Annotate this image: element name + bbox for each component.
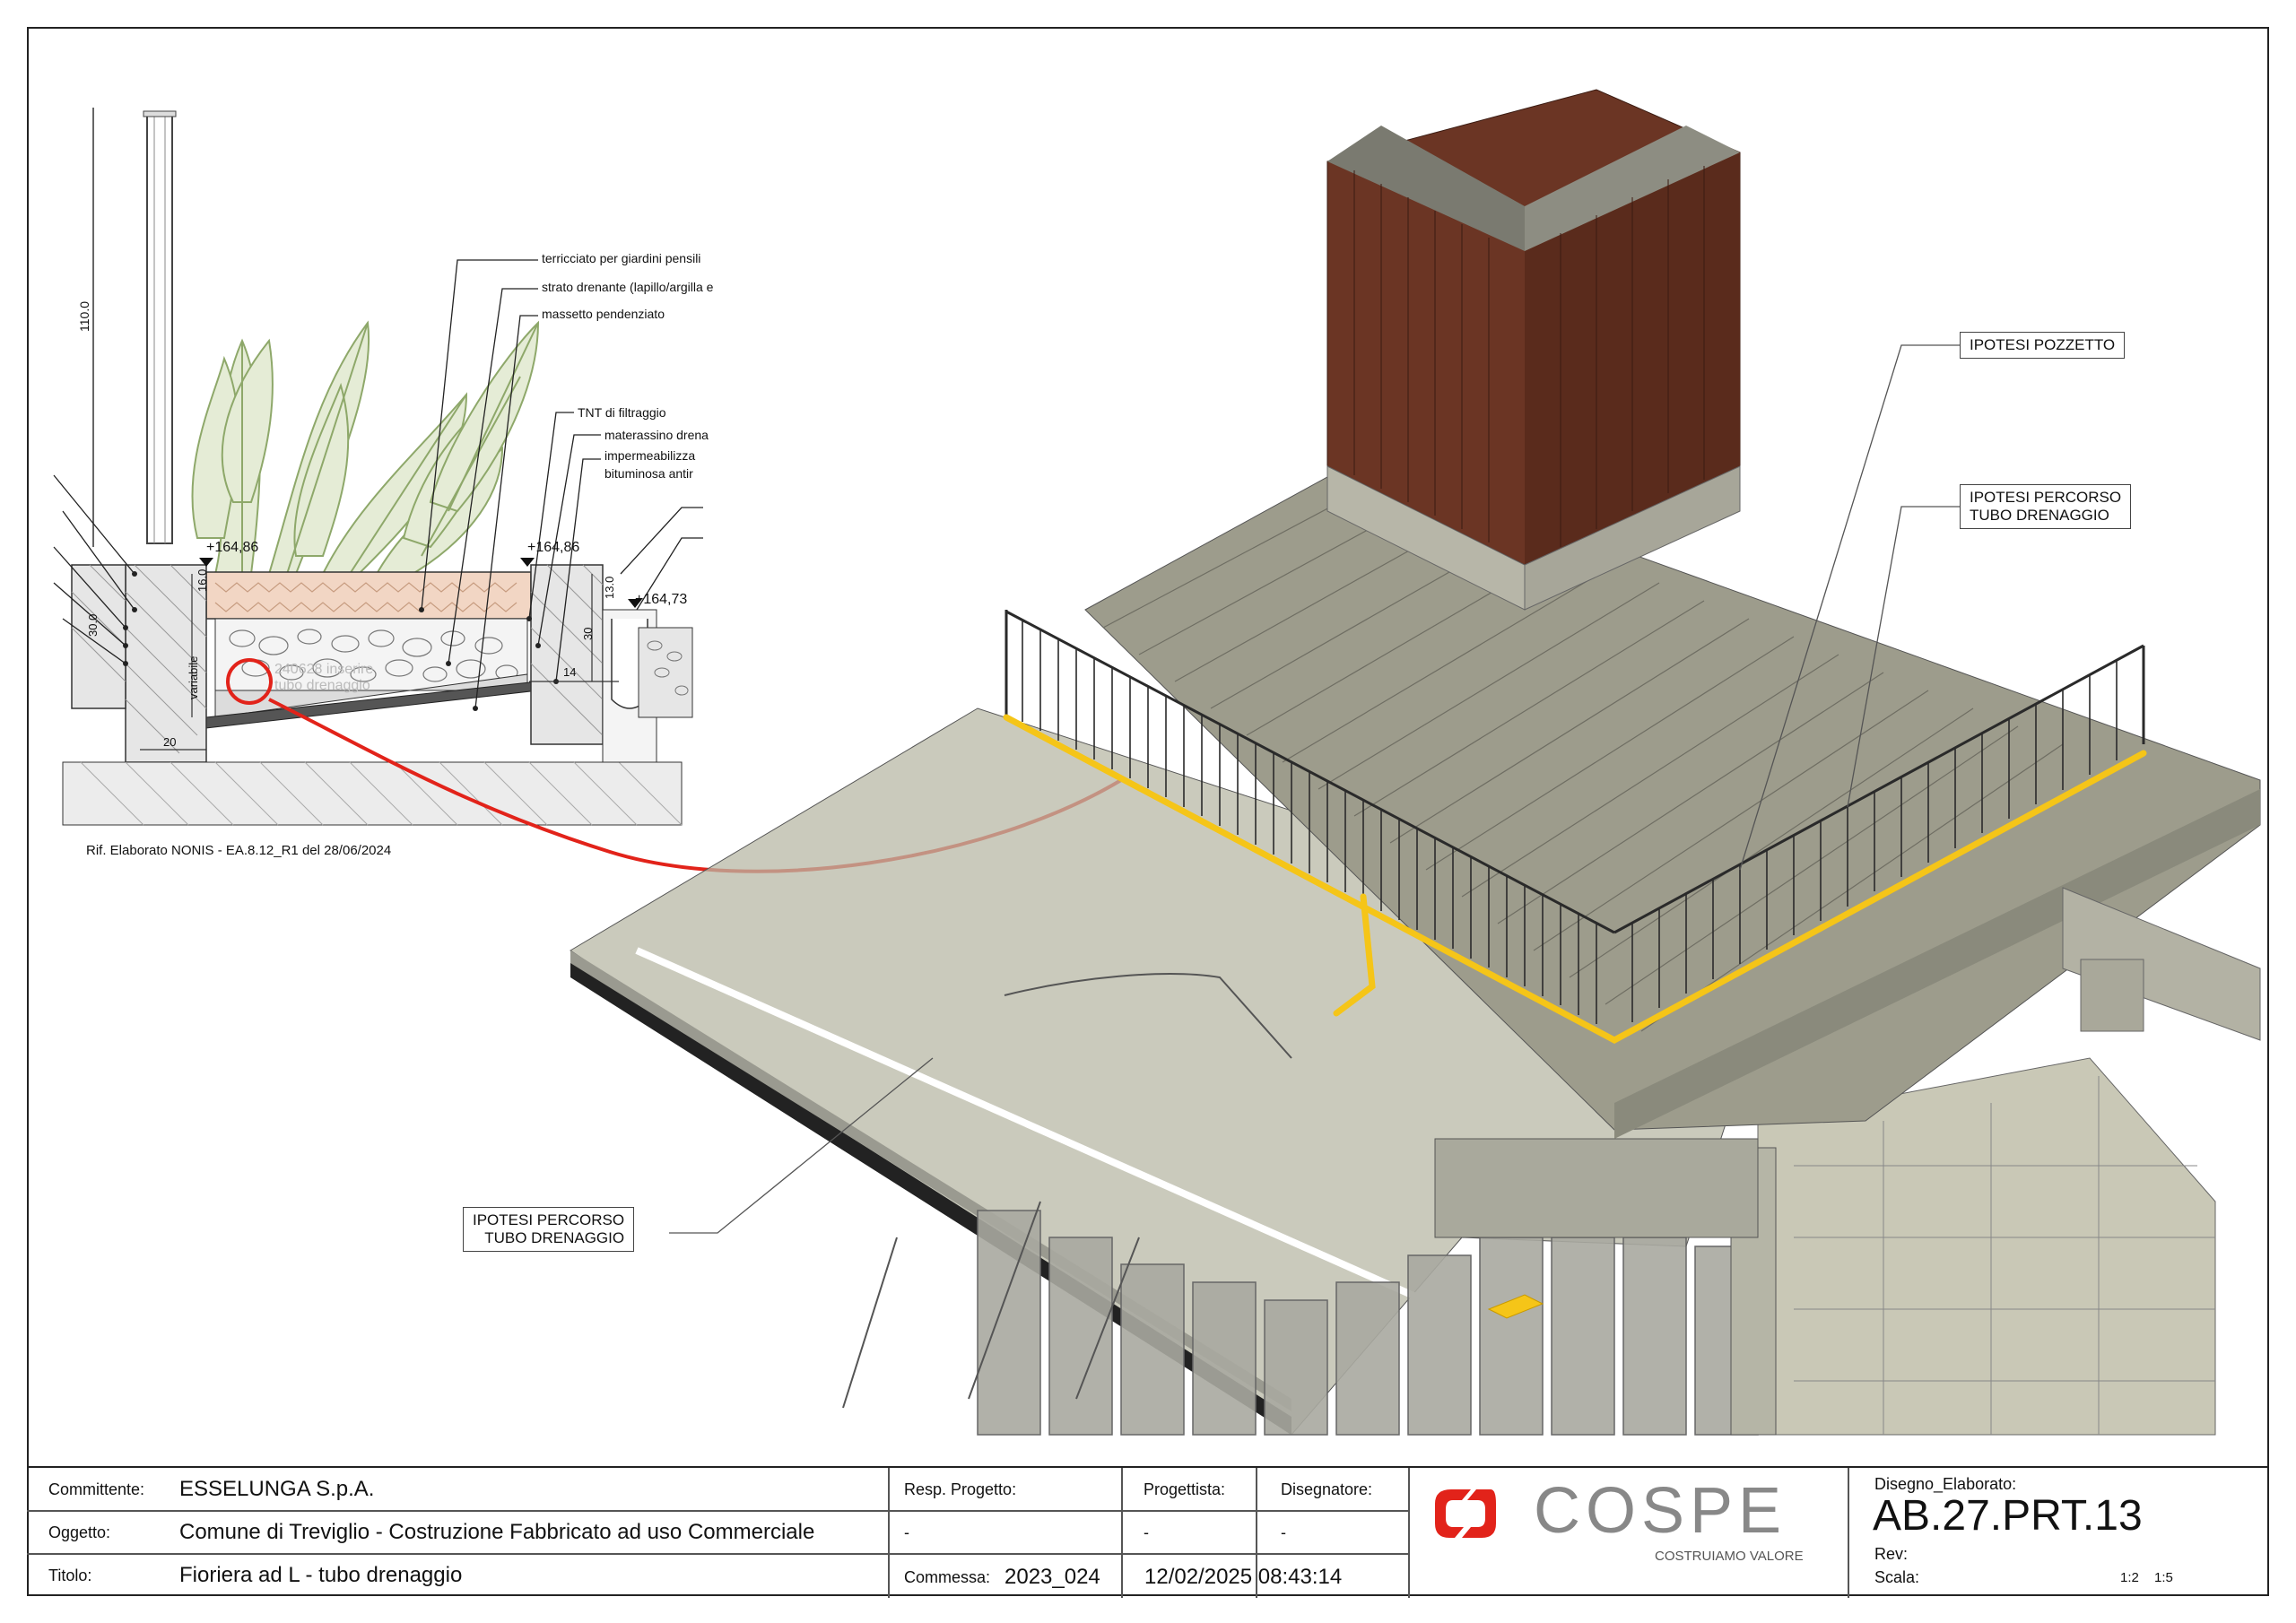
label-impermeabilizza: impermeabilizza [604,448,696,463]
label-materassino: materassino drena [604,428,709,442]
commessa-label: Commessa: [904,1568,991,1586]
label-terricciato: terricciato per giardini pensili [542,251,701,265]
title-block: Committente: ESSELUNGA S.p.A. Oggetto: C… [27,1466,2269,1598]
resp-label: Resp. Progetto: [904,1480,1017,1498]
callout-percorso-left-l1: IPOTESI PERCORSO [473,1211,625,1228]
label-tnt: TNT di filtraggio [578,405,666,420]
callout-pozzetto: IPOTESI POZZETTO [1960,332,2126,359]
level-1: +164,86 [206,540,259,555]
callout-percorso-right-l1: IPOTESI PERCORSO [1970,489,2122,506]
disegnatore-label: Disegnatore: [1281,1480,1373,1498]
level-3: +164,73 [635,592,688,607]
dim-30a: 30.0 [86,613,100,637]
level-2: +164,86 [527,540,580,555]
commessa-value: 2023_024 [1004,1565,1100,1589]
label-bituminosa: bituminosa antir [604,466,693,481]
dim-30b: 30 [581,627,595,640]
drain-note: 240628 inserire tubo drenaggio [274,662,374,693]
progettista-value: - [1144,1523,1149,1541]
oggetto-value: Comune di Treviglio - Costruzione Fabbri… [179,1520,815,1544]
resp-value: - [904,1523,909,1541]
disegno-value: AB.27.PRT.13 [1873,1492,2143,1540]
scala-value-1: 1:2 [2120,1570,2139,1585]
callout-pozzetto-text: IPOTESI POZZETTO [1970,336,2116,353]
scala-value-2: 1:5 [2154,1570,2173,1585]
cospe-logo-icon [1435,1489,1496,1538]
dim-16: 16.0 [196,568,209,592]
dim-110: 110.0 [77,301,91,332]
dim-13: 13.0 [603,576,616,599]
scala-label: Scala: [1874,1568,1920,1586]
isometric-view [570,89,2261,1436]
oggetto-label: Oggetto: [48,1523,111,1541]
cospe-logo-text: COSPE [1534,1475,1787,1547]
dim-variabile: variabile [187,655,200,699]
dim-14: 14 [563,665,577,679]
committente-label: Committente: [48,1480,145,1498]
cospe-tagline: COSTRUIAMO VALORE [1655,1549,1804,1564]
callout-percorso-left-l2: TUBO DRENAGGIO [484,1229,625,1246]
committente-value: ESSELUNGA S.p.A. [179,1477,375,1501]
label-strato-drenante: strato drenante (lapillo/argilla e [542,280,714,294]
callout-percorso-right: IPOTESI PERCORSO TUBO DRENAGGIO [1960,484,2132,529]
label-massetto: massetto pendenziato [542,307,665,321]
disegnatore-value: - [1281,1523,1286,1541]
reference-note: Rif. Elaborato NONIS - EA.8.12_R1 del 28… [86,843,392,858]
titolo-value: Fioriera ad L - tubo drenaggio [179,1563,463,1587]
datetime-value: 12/02/2025 08:43:14 [1144,1565,1343,1589]
progettista-label: Progettista: [1144,1480,1226,1498]
disegno-label: Disegno_Elaborato: [1874,1475,2017,1493]
drawing-canvas [53,89,2261,1436]
dim-20: 20 [163,735,177,749]
titolo-label: Titolo: [48,1567,92,1584]
rev-label: Rev: [1874,1545,1909,1563]
callout-percorso-left: IPOTESI PERCORSO TUBO DRENAGGIO [463,1207,635,1252]
callout-percorso-right-l2: TUBO DRENAGGIO [1970,507,2109,524]
